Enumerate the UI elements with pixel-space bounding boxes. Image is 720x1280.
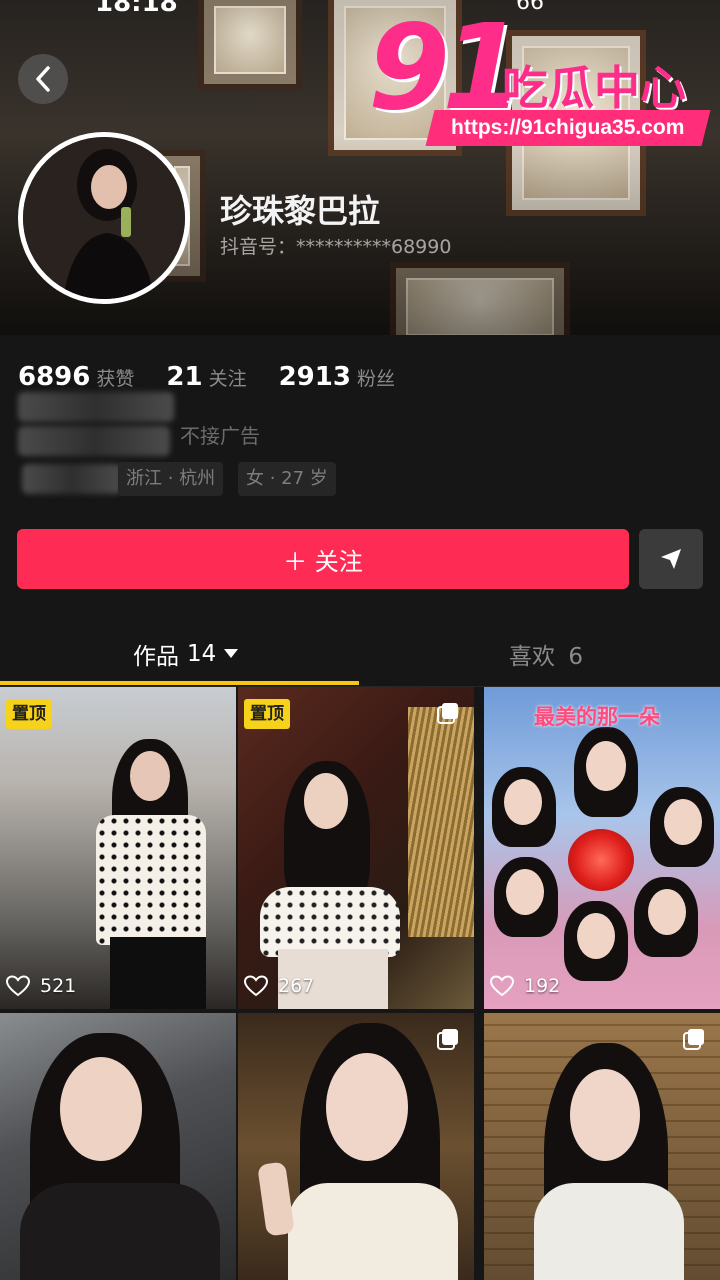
profile-header: 18:18 66 珍珠黎巴拉 抖音号：**********68990 91 吃瓜… [0, 0, 720, 335]
tab-works[interactable]: 作品 14 [133, 637, 239, 671]
post-likes-count: 521 [40, 975, 77, 997]
redacted-bio [18, 392, 174, 422]
tab-likes-count: 6 [568, 644, 583, 670]
caret-down-icon [224, 649, 239, 658]
watermark-logo: 91 [368, 0, 524, 136]
post-thumbnail[interactable] [484, 1013, 720, 1280]
multi-image-icon [683, 1029, 704, 1050]
send-icon [661, 549, 681, 569]
post-likes: 267 [244, 975, 314, 997]
likes-count: 6896 [18, 362, 91, 392]
bio-text: 不接广告 [180, 424, 260, 448]
location-tag: 浙江 · 杭州 [118, 462, 224, 496]
followers-label[interactable]: 粉丝 [357, 364, 395, 391]
tab-works-count: 14 [187, 641, 217, 667]
post-thumbnail[interactable]: 最美的那一朵 192 [484, 687, 720, 1009]
post-likes: 192 [490, 975, 560, 997]
douyin-id: 抖音号：**********68990 [220, 236, 452, 258]
avatar-portrait [23, 137, 185, 299]
content-tabs: 作品 14 喜欢 6 [0, 620, 720, 687]
tab-active-indicator [0, 681, 359, 685]
pinned-badge: 置顶 [244, 699, 290, 729]
following-label[interactable]: 关注 [209, 364, 247, 391]
following-count[interactable]: 21 [166, 362, 202, 392]
profile-name: 珍珠黎巴拉 [220, 192, 381, 230]
profile-stats: 6896 获赞 21 关注 2913 粉丝 [18, 362, 427, 392]
followers-count[interactable]: 2913 [279, 362, 351, 392]
status-time: 18:18 [95, 0, 178, 18]
redacted-ip [22, 464, 122, 494]
watermark-brand: 吃瓜中心 [502, 61, 686, 115]
likes-label: 获赞 [96, 368, 135, 390]
back-button[interactable] [18, 54, 68, 104]
watermark-url-banner[interactable]: https://91chigua35.com [425, 110, 711, 146]
post-likes-count: 267 [278, 975, 315, 997]
post-likes-count: 192 [524, 975, 561, 997]
post-likes: 521 [6, 975, 76, 997]
status-battery: 66 [516, 0, 544, 15]
multi-image-icon [437, 1029, 458, 1050]
follow-label: ＋ 关注 [283, 547, 363, 576]
watermark-url: https://91chigua35.com [451, 116, 685, 139]
follow-button[interactable]: ＋ 关注 [17, 529, 629, 589]
tab-works-label: 作品 [133, 644, 179, 670]
multi-image-icon [437, 703, 458, 724]
gender-age-tag: 女 · 27 岁 [238, 462, 336, 496]
tab-likes-label: 喜欢 [509, 644, 555, 670]
chevron-left-icon [36, 66, 50, 92]
post-caption-overlay: 最美的那一朵 [534, 705, 660, 729]
post-thumbnail[interactable]: 置顶 267 [238, 687, 474, 1009]
share-button[interactable] [639, 529, 703, 589]
avatar[interactable] [18, 132, 190, 304]
redacted-bio [18, 426, 170, 456]
heart-icon [490, 975, 514, 997]
heart-icon [6, 975, 30, 997]
post-thumbnail[interactable]: 置顶 521 [0, 687, 236, 1009]
post-thumbnail[interactable] [0, 1013, 236, 1280]
heart-icon [244, 975, 268, 997]
pinned-badge: 置顶 [6, 699, 52, 729]
post-thumbnail[interactable] [238, 1013, 474, 1280]
tab-likes[interactable]: 喜欢 6 [509, 637, 583, 671]
